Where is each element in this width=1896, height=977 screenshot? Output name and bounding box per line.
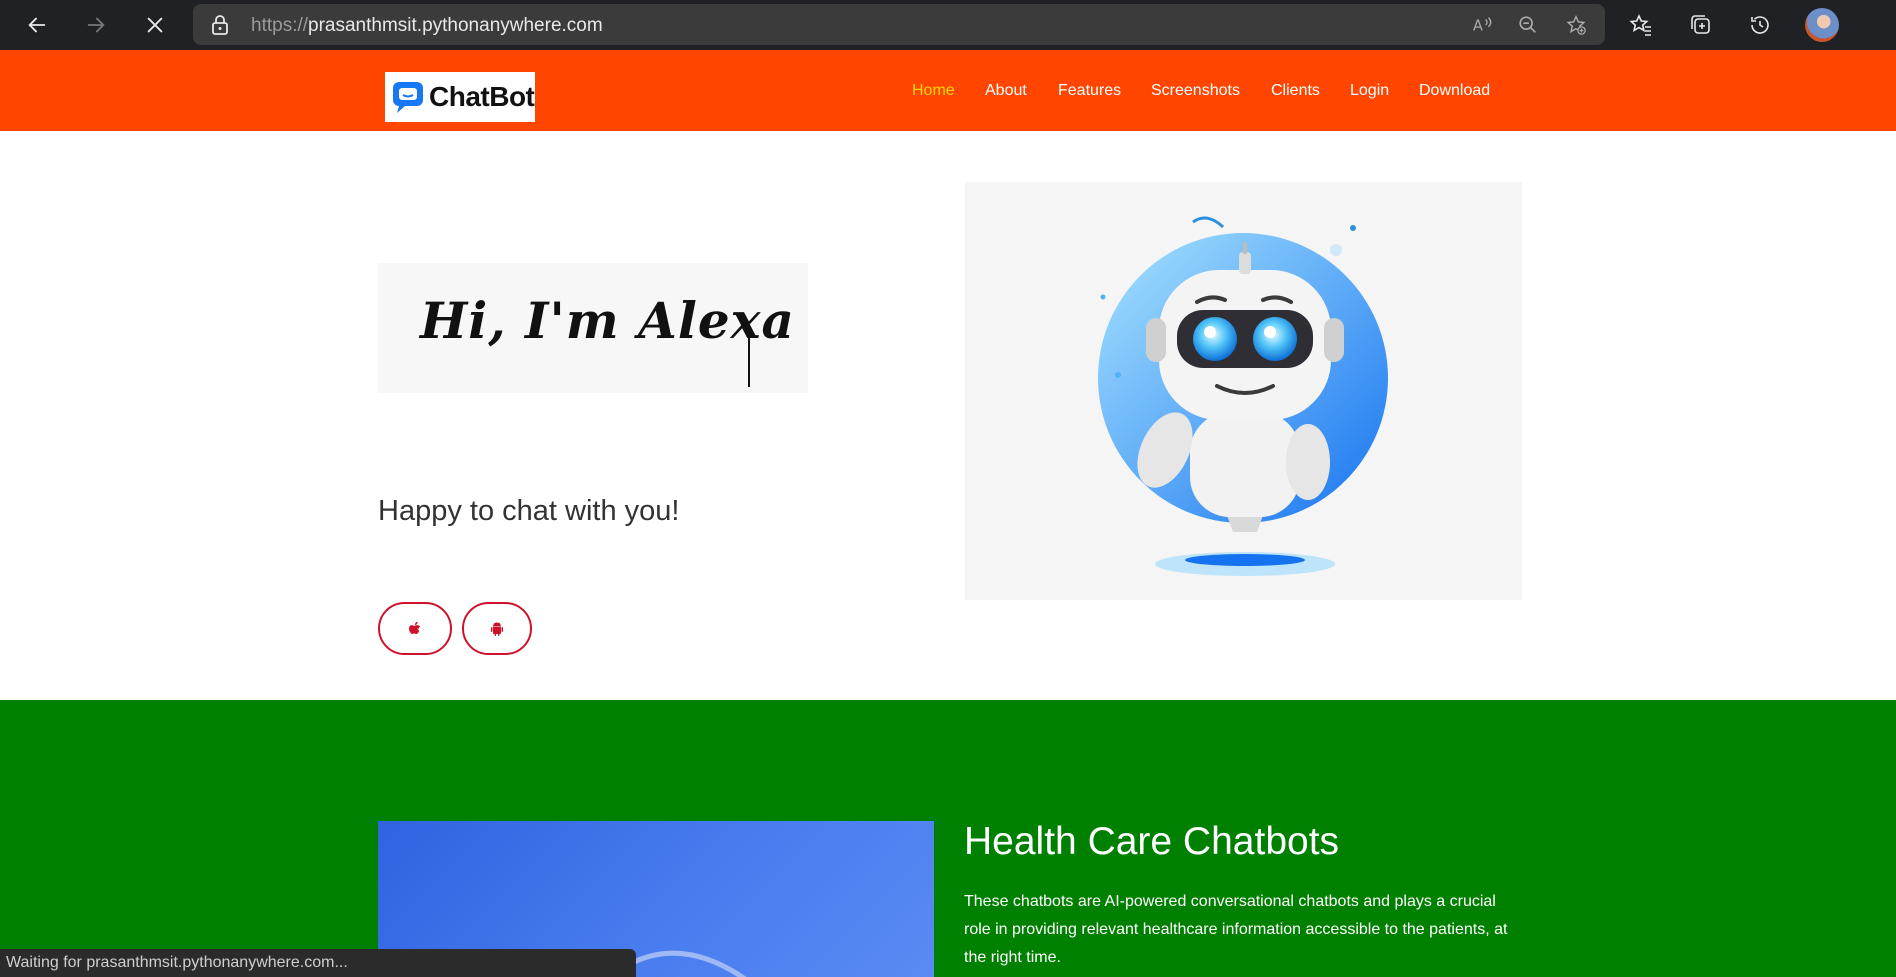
section-description: These chatbots are AI-powered conversati… [964, 893, 1508, 966]
apple-icon [409, 621, 421, 634]
nav-features[interactable]: Features [1058, 82, 1121, 100]
address-bar[interactable]: https://prasanthmsit.pythonanywhere.com … [193, 4, 1605, 45]
section-title: Health Care Chatbots [964, 820, 1340, 863]
android-store-button[interactable] [462, 602, 532, 655]
favorites-button[interactable] [1625, 9, 1657, 41]
robot-illustration [965, 182, 1522, 600]
nav-home[interactable]: Home [912, 82, 955, 100]
health-care-section: Health Care Chatbots These chatbots are … [0, 700, 1896, 977]
hero-subtitle: Happy to chat with you! [378, 495, 680, 527]
greeting-box: Hi, I'm Alexa [378, 263, 808, 393]
favorites-icon [1629, 14, 1651, 36]
url-text[interactable]: https://prasanthmsit.pythonanywhere.com [251, 15, 603, 37]
history-icon [1751, 16, 1769, 34]
history-button[interactable] [1744, 9, 1776, 41]
url-host: prasanthmsit.pythonanywhere.com [308, 15, 603, 36]
back-button[interactable] [18, 6, 56, 44]
nav-clients[interactable]: Clients [1271, 82, 1320, 100]
nav-download[interactable]: Download [1419, 82, 1490, 100]
robot-icon [1098, 216, 1388, 576]
hero-section: Hi, I'm Alexa Happy to chat with you! [0, 131, 1896, 700]
read-aloud-icon[interactable]: A [1471, 14, 1493, 36]
browser-status-bar: Waiting for prasanthmsit.pythonanywhere.… [0, 949, 636, 977]
nav-about[interactable]: About [985, 82, 1027, 100]
stop-loading-button[interactable] [136, 6, 174, 44]
typed-greeting: Hi, I'm Alexa [420, 291, 795, 350]
collections-button[interactable] [1685, 9, 1717, 41]
arrow-right-icon [87, 17, 105, 33]
profile-avatar[interactable] [1805, 8, 1839, 42]
zoom-out-icon[interactable] [1517, 14, 1539, 36]
site-logo[interactable]: ChatBot [385, 72, 535, 122]
svg-text:A: A [1473, 18, 1483, 35]
browser-toolbar: https://prasanthmsit.pythonanywhere.com … [0, 0, 1896, 50]
nav-screenshots[interactable]: Screenshots [1151, 82, 1240, 100]
nav-login[interactable]: Login [1350, 82, 1389, 100]
url-scheme: https:// [251, 15, 309, 36]
forward-button[interactable] [77, 6, 115, 44]
collections-icon [1691, 15, 1710, 34]
lock-icon[interactable] [211, 15, 229, 35]
chat-bubble-icon [393, 82, 423, 113]
add-favorite-icon[interactable] [1565, 14, 1587, 36]
android-icon [491, 622, 503, 636]
close-icon [147, 17, 163, 33]
logo-text: ChatBot [429, 81, 535, 112]
site-header: ChatBot Home About Features Screenshots … [0, 50, 1896, 131]
arrow-left-icon [28, 17, 46, 33]
apple-store-button[interactable] [378, 602, 452, 655]
typing-caret [748, 323, 750, 387]
